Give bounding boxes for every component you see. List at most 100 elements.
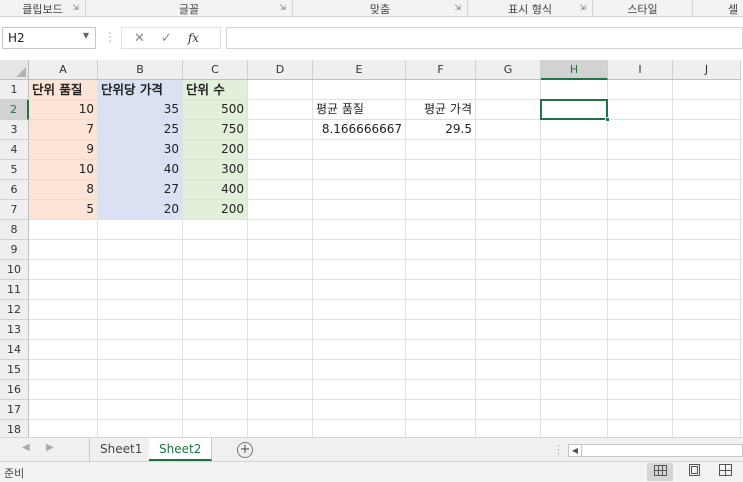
- cell-i13[interactable]: [608, 320, 673, 340]
- column-header-j[interactable]: J: [673, 60, 741, 80]
- scroll-tabs-right-icon[interactable]: ▶: [46, 442, 54, 453]
- row-header-4[interactable]: 4: [0, 140, 29, 160]
- cell-h13[interactable]: [541, 320, 608, 340]
- cancel-icon[interactable]: ✕: [134, 31, 145, 46]
- cell-b11[interactable]: [98, 280, 183, 300]
- cell-f4[interactable]: [406, 140, 476, 160]
- scroll-left-icon[interactable]: ◀: [569, 445, 582, 456]
- cell-j4[interactable]: [673, 140, 741, 160]
- cell-e6[interactable]: [313, 180, 406, 200]
- enter-icon[interactable]: ✓: [161, 31, 172, 46]
- cell-e17[interactable]: [313, 400, 406, 420]
- cell-f15[interactable]: [406, 360, 476, 380]
- column-header-i[interactable]: I: [608, 60, 673, 80]
- cell-e10[interactable]: [313, 260, 406, 280]
- cell-b10[interactable]: [98, 260, 183, 280]
- name-box[interactable]: H2 ▼: [2, 27, 96, 49]
- cell-e11[interactable]: [313, 280, 406, 300]
- cell-f2[interactable]: 평균 가격: [406, 100, 476, 120]
- cell-j10[interactable]: [673, 260, 741, 280]
- cell-h14[interactable]: [541, 340, 608, 360]
- cell-b14[interactable]: [98, 340, 183, 360]
- cell-d10[interactable]: [248, 260, 313, 280]
- cell-h7[interactable]: [541, 200, 608, 220]
- cell-c6[interactable]: 400: [183, 180, 248, 200]
- cell-e3[interactable]: 8.166666667: [313, 120, 406, 140]
- cell-a2[interactable]: 10: [29, 100, 98, 120]
- cell-f9[interactable]: [406, 240, 476, 260]
- cell-d1[interactable]: [248, 80, 313, 100]
- cell-f12[interactable]: [406, 300, 476, 320]
- cell-i12[interactable]: [608, 300, 673, 320]
- column-header-b[interactable]: B: [98, 60, 183, 80]
- cell-f5[interactable]: [406, 160, 476, 180]
- normal-view-icon[interactable]: [647, 463, 673, 481]
- cell-j8[interactable]: [673, 220, 741, 240]
- row-header-10[interactable]: 10: [0, 260, 29, 280]
- column-header-d[interactable]: D: [248, 60, 313, 80]
- cell-c16[interactable]: [183, 380, 248, 400]
- cell-g11[interactable]: [476, 280, 541, 300]
- cell-i5[interactable]: [608, 160, 673, 180]
- cell-g1[interactable]: [476, 80, 541, 100]
- cell-d11[interactable]: [248, 280, 313, 300]
- cell-b7[interactable]: 20: [98, 200, 183, 220]
- cell-j16[interactable]: [673, 380, 741, 400]
- cell-g5[interactable]: [476, 160, 541, 180]
- cell-i17[interactable]: [608, 400, 673, 420]
- cell-h5[interactable]: [541, 160, 608, 180]
- row-header-17[interactable]: 17: [0, 400, 29, 420]
- cell-d15[interactable]: [248, 360, 313, 380]
- cell-a8[interactable]: [29, 220, 98, 240]
- cell-e12[interactable]: [313, 300, 406, 320]
- cell-a10[interactable]: [29, 260, 98, 280]
- cell-c5[interactable]: 300: [183, 160, 248, 180]
- cell-g8[interactable]: [476, 220, 541, 240]
- cell-f13[interactable]: [406, 320, 476, 340]
- cell-b15[interactable]: [98, 360, 183, 380]
- cell-a4[interactable]: 9: [29, 140, 98, 160]
- row-header-2[interactable]: 2: [0, 100, 29, 120]
- cell-e13[interactable]: [313, 320, 406, 340]
- cell-g9[interactable]: [476, 240, 541, 260]
- cell-b9[interactable]: [98, 240, 183, 260]
- cell-g14[interactable]: [476, 340, 541, 360]
- formula-input[interactable]: [226, 27, 743, 49]
- cell-f10[interactable]: [406, 260, 476, 280]
- cell-b4[interactable]: 30: [98, 140, 183, 160]
- column-header-g[interactable]: G: [476, 60, 541, 80]
- cell-c15[interactable]: [183, 360, 248, 380]
- cell-h9[interactable]: [541, 240, 608, 260]
- cell-g2[interactable]: [476, 100, 541, 120]
- cell-d17[interactable]: [248, 400, 313, 420]
- cell-j7[interactable]: [673, 200, 741, 220]
- cell-d5[interactable]: [248, 160, 313, 180]
- row-header-5[interactable]: 5: [0, 160, 29, 180]
- cell-a3[interactable]: 7: [29, 120, 98, 140]
- cell-j17[interactable]: [673, 400, 741, 420]
- cell-d7[interactable]: [248, 200, 313, 220]
- cell-a7[interactable]: 5: [29, 200, 98, 220]
- cell-d6[interactable]: [248, 180, 313, 200]
- column-header-a[interactable]: A: [29, 60, 98, 80]
- cell-d12[interactable]: [248, 300, 313, 320]
- cell-h15[interactable]: [541, 360, 608, 380]
- cell-a17[interactable]: [29, 400, 98, 420]
- cell-f14[interactable]: [406, 340, 476, 360]
- cell-j9[interactable]: [673, 240, 741, 260]
- cell-i16[interactable]: [608, 380, 673, 400]
- cell-i7[interactable]: [608, 200, 673, 220]
- cell-d13[interactable]: [248, 320, 313, 340]
- cell-g12[interactable]: [476, 300, 541, 320]
- cell-j12[interactable]: [673, 300, 741, 320]
- cell-c12[interactable]: [183, 300, 248, 320]
- cell-g6[interactable]: [476, 180, 541, 200]
- cell-i14[interactable]: [608, 340, 673, 360]
- cell-f8[interactable]: [406, 220, 476, 240]
- cell-f17[interactable]: [406, 400, 476, 420]
- cell-h4[interactable]: [541, 140, 608, 160]
- cell-b3[interactable]: 25: [98, 120, 183, 140]
- cell-h3[interactable]: [541, 120, 608, 140]
- cell-g10[interactable]: [476, 260, 541, 280]
- cell-d4[interactable]: [248, 140, 313, 160]
